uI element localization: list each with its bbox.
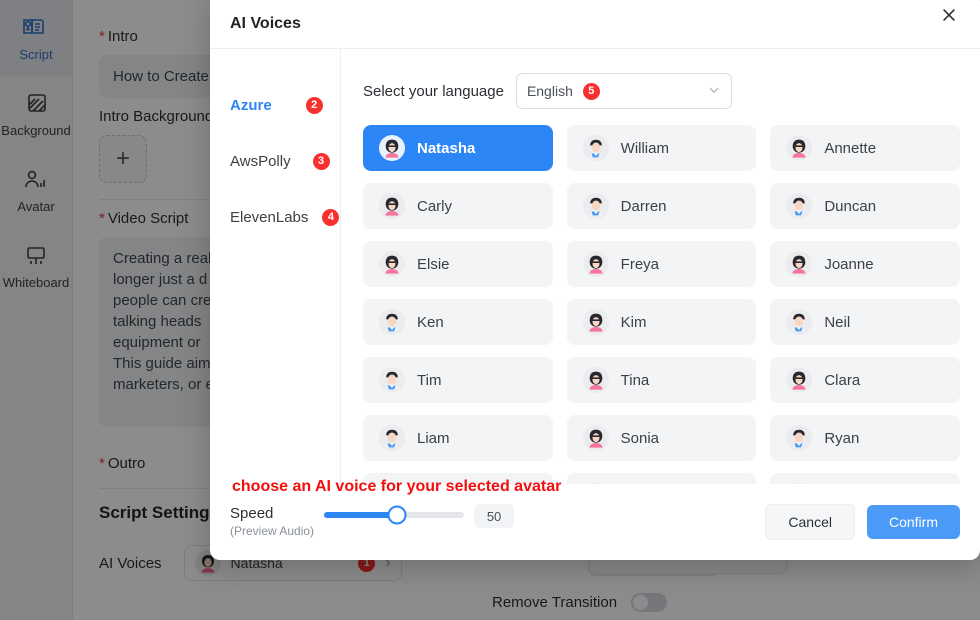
avatar-female-icon (786, 367, 813, 393)
voice-card[interactable]: William (566, 125, 757, 171)
voice-name: Joanne (824, 255, 874, 273)
annotation-text: choose an AI voice for your selected ava… (232, 478, 562, 495)
avatar-male-icon (786, 193, 813, 219)
voice-card[interactable]: Darren (566, 183, 757, 229)
voice-card[interactable]: Natasha (363, 125, 553, 171)
avatar-male-icon (379, 367, 405, 393)
voice-name: Tim (417, 371, 442, 389)
speed-sublabel: (Preview Audio) (230, 523, 315, 538)
voice-card[interactable]: Ryan (770, 415, 960, 461)
avatar-female-icon (582, 367, 609, 393)
voice-name: Darren (620, 197, 667, 215)
avatar-male-icon (786, 425, 813, 451)
speed-value: 50 (474, 504, 515, 529)
voice-name: Kim (620, 313, 647, 331)
voice-card[interactable]: Freya (566, 241, 757, 287)
voice-card[interactable]: Neil (770, 299, 960, 345)
language-select[interactable]: English 5 (515, 73, 732, 109)
speed-control: Speed (Preview Audio) 50 (230, 504, 515, 539)
language-value: English (526, 83, 573, 99)
voice-card[interactable]: Kim (566, 299, 757, 345)
footer-buttons: Cancel Confirm (765, 504, 960, 540)
avatar-female-icon (379, 193, 405, 219)
tab-elevenlabs[interactable]: ElevenLabs 4 (210, 189, 340, 245)
voice-name: Neil (824, 313, 851, 331)
modal-title: AI Voices (230, 15, 301, 32)
modal-header: AI Voices (210, 0, 980, 48)
speed-labels: Speed (Preview Audio) (230, 505, 314, 539)
voice-card[interactable] (770, 473, 960, 484)
voice-card[interactable]: Carly (363, 183, 553, 229)
avatar-female-icon (786, 135, 813, 161)
voice-card[interactable]: Tim (363, 357, 553, 403)
avatar-female-icon (582, 425, 609, 451)
voices-panel: Select your language English 5 Natasha Wi… (341, 49, 980, 484)
confirm-button[interactable]: Confirm (866, 505, 960, 539)
voice-name: Clara (824, 371, 861, 389)
tab-awspolly-badge: 3 (312, 152, 330, 170)
voice-card[interactable]: Joanne (770, 241, 960, 287)
voice-card[interactable]: Ken (363, 299, 553, 345)
voice-name: Freya (620, 255, 659, 273)
tab-azure[interactable]: Azure 2 (210, 77, 340, 133)
voice-name: Annette (824, 139, 877, 157)
avatar-male-icon (582, 135, 609, 161)
voice-card[interactable]: Liam (363, 415, 553, 461)
language-row: Select your language English 5 (363, 73, 960, 109)
voice-card[interactable]: Tina (566, 357, 757, 403)
tab-azure-label: Azure (230, 96, 272, 114)
avatar-male-icon (582, 193, 609, 219)
speed-slider[interactable] (324, 505, 465, 525)
avatar-male-icon (786, 309, 813, 335)
language-label: Select your language (363, 82, 504, 100)
tab-azure-badge: 2 (305, 96, 323, 114)
voice-card[interactable]: Clara (770, 357, 960, 403)
voice-name: Duncan (824, 197, 877, 215)
voice-card[interactable] (566, 473, 757, 484)
tab-elevenlabs-badge: 4 (322, 208, 340, 226)
speed-label: Speed (230, 505, 274, 523)
voice-name: Ryan (824, 429, 860, 447)
avatar-female-icon (379, 135, 405, 161)
tab-awspolly-label: AwsPolly (230, 152, 291, 170)
avatar-female-icon (582, 251, 609, 277)
voice-name: Elsie (417, 255, 450, 273)
avatar-male-icon (379, 309, 405, 335)
cancel-button[interactable]: Cancel (765, 504, 855, 540)
voice-name: Tina (620, 371, 650, 389)
ai-voices-modal: AI Voices Azure 2 AwsPolly 3 ElevenLabs … (210, 0, 980, 560)
chevron-down-icon (707, 83, 721, 100)
voice-card[interactable]: Elsie (363, 241, 553, 287)
voice-name: Natasha (417, 139, 476, 157)
voice-name: William (620, 139, 669, 157)
speed-slider-handle[interactable] (387, 505, 407, 525)
voice-card[interactable]: Duncan (770, 183, 960, 229)
voice-grid: Natasha William Annette Carly Darren Duncan El… (363, 125, 960, 484)
voice-name: Sonia (620, 429, 660, 447)
speed-slider-fill (324, 512, 397, 519)
provider-tabs: Azure 2 AwsPolly 3 ElevenLabs 4 (210, 49, 341, 484)
tab-awspolly[interactable]: AwsPolly 3 (210, 133, 340, 189)
voice-name: Ken (417, 313, 444, 331)
language-badge: 5 (582, 82, 600, 100)
avatar-female-icon (379, 251, 405, 277)
voice-name: Liam (417, 429, 450, 447)
tab-elevenlabs-label: ElevenLabs (230, 208, 309, 226)
avatar-female-icon (786, 251, 813, 277)
modal-body: Azure 2 AwsPolly 3 ElevenLabs 4 Select y… (210, 48, 980, 484)
avatar-female-icon (582, 309, 609, 335)
close-icon[interactable] (934, 0, 964, 30)
voice-name: Carly (417, 197, 453, 215)
voice-card[interactable]: Sonia (566, 415, 757, 461)
avatar-male-icon (379, 425, 405, 451)
voice-card[interactable]: Annette (770, 125, 960, 171)
